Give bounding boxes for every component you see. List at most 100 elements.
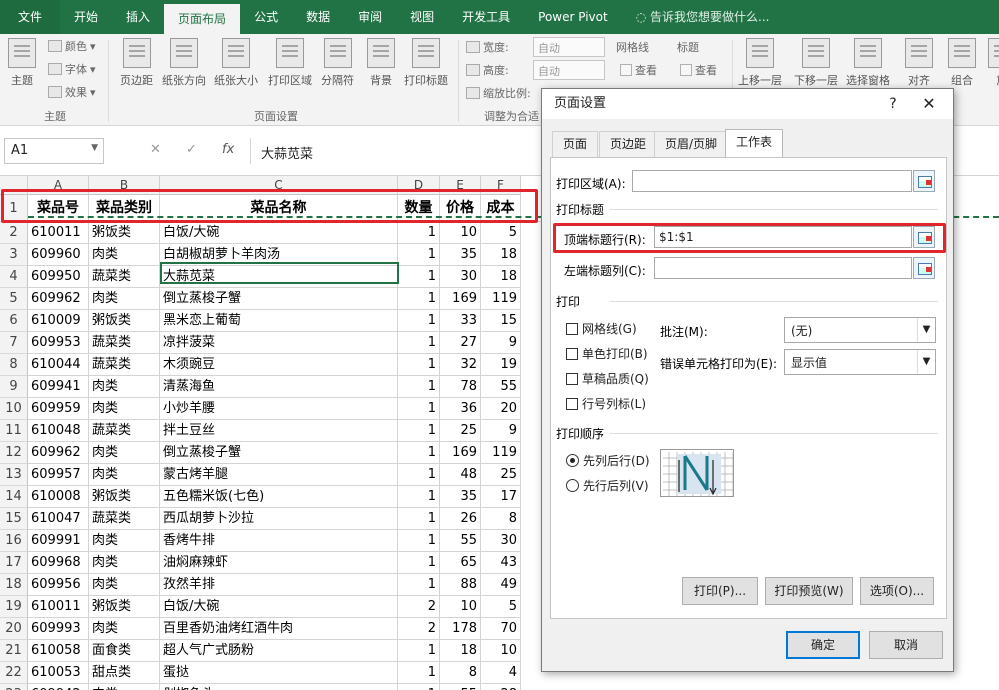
- table-cell[interactable]: 610009: [28, 310, 89, 332]
- align-button[interactable]: 对齐: [905, 38, 933, 88]
- table-cell[interactable]: 78: [440, 376, 481, 398]
- print-area-input[interactable]: [632, 170, 912, 192]
- help-button[interactable]: ?: [878, 89, 908, 119]
- table-cell[interactable]: 18: [481, 266, 521, 288]
- table-cell[interactable]: 蔬菜类: [89, 354, 160, 376]
- table-cell[interactable]: 1: [398, 244, 440, 266]
- table-cell[interactable]: 1: [398, 310, 440, 332]
- colors-button[interactable]: 颜色 ▾: [48, 38, 96, 54]
- table-cell[interactable]: 19: [481, 354, 521, 376]
- table-cell[interactable]: 肉类: [89, 288, 160, 310]
- table-cell[interactable]: 肉类: [89, 398, 160, 420]
- effects-button[interactable]: 效果 ▾: [48, 84, 96, 100]
- row-header[interactable]: 13: [0, 464, 28, 486]
- table-cell[interactable]: 剁椒鱼头: [160, 684, 398, 690]
- table-cell[interactable]: 蔬菜类: [89, 420, 160, 442]
- table-cell[interactable]: 西瓜胡萝卜沙拉: [160, 508, 398, 530]
- table-cell[interactable]: 蒙古烤羊腿: [160, 464, 398, 486]
- tab-file[interactable]: 文件: [0, 0, 61, 34]
- table-cell[interactable]: 33: [440, 310, 481, 332]
- table-cell[interactable]: 1: [398, 640, 440, 662]
- table-cell[interactable]: 28: [481, 684, 521, 690]
- insert-function-icon[interactable]: fx: [222, 142, 234, 157]
- table-cell[interactable]: 1: [398, 684, 440, 690]
- ok-button[interactable]: 确定: [786, 631, 860, 659]
- collapse-dialog-icon[interactable]: [913, 170, 935, 192]
- table-cell[interactable]: 26: [440, 508, 481, 530]
- table-cell[interactable]: 119: [481, 442, 521, 464]
- table-cell[interactable]: 五色糯米饭(七色): [160, 486, 398, 508]
- table-cell[interactable]: 10: [440, 596, 481, 618]
- table-cell[interactable]: 8: [481, 508, 521, 530]
- table-cell[interactable]: 蔬菜类: [89, 508, 160, 530]
- row-header[interactable]: 21: [0, 640, 28, 662]
- table-cell[interactable]: 倒立蒸梭子蟹: [160, 288, 398, 310]
- row-header[interactable]: 2: [0, 222, 28, 244]
- table-cell[interactable]: 30: [440, 266, 481, 288]
- table-cell[interactable]: 1: [398, 662, 440, 684]
- table-cell[interactable]: 1: [398, 376, 440, 398]
- table-cell[interactable]: 17: [481, 486, 521, 508]
- table-cell[interactable]: 木须豌豆: [160, 354, 398, 376]
- table-cell[interactable]: 70: [481, 618, 521, 640]
- table-cell[interactable]: 15: [481, 310, 521, 332]
- print-button[interactable]: 打印(P)...: [682, 577, 758, 605]
- table-cell[interactable]: 1: [398, 398, 440, 420]
- collapse-dialog-icon[interactable]: [913, 257, 935, 279]
- row-header[interactable]: 11: [0, 420, 28, 442]
- tab-header-footer[interactable]: 页眉/页脚: [654, 131, 729, 157]
- cell-errors-select[interactable]: 显示值 ▼: [784, 349, 936, 375]
- table-cell[interactable]: 609942: [28, 684, 89, 690]
- table-cell[interactable]: 孜然羊排: [160, 574, 398, 596]
- table-cell[interactable]: 609950: [28, 266, 89, 288]
- table-cell[interactable]: 1: [398, 508, 440, 530]
- row-header[interactable]: 6: [0, 310, 28, 332]
- row-header[interactable]: 15: [0, 508, 28, 530]
- table-cell[interactable]: 49: [481, 574, 521, 596]
- table-cell[interactable]: 肉类: [89, 464, 160, 486]
- table-cell[interactable]: 32: [440, 354, 481, 376]
- orientation-button[interactable]: 纸张方向: [162, 38, 206, 88]
- tab-insert[interactable]: 插入: [112, 0, 164, 34]
- table-cell[interactable]: 1: [398, 420, 440, 442]
- gridlines-view-checkbox[interactable]: 查看: [620, 62, 657, 78]
- table-cell[interactable]: 609962: [28, 442, 89, 464]
- options-button[interactable]: 选项(O)...: [860, 577, 934, 605]
- down-then-over-radio[interactable]: 先列后行(D): [566, 452, 650, 469]
- table-cell[interactable]: 面食类: [89, 640, 160, 662]
- row-header[interactable]: 12: [0, 442, 28, 464]
- headings-view-checkbox[interactable]: 查看: [680, 62, 717, 78]
- table-cell[interactable]: 609959: [28, 398, 89, 420]
- table-cell[interactable]: 白饭/大碗: [160, 222, 398, 244]
- row-header[interactable]: 20: [0, 618, 28, 640]
- size-button[interactable]: 纸张大小: [214, 38, 258, 88]
- table-cell[interactable]: 10: [481, 640, 521, 662]
- tab-data[interactable]: 数据: [292, 0, 344, 34]
- table-cell[interactable]: 拌土豆丝: [160, 420, 398, 442]
- table-cell[interactable]: 119: [481, 288, 521, 310]
- name-box[interactable]: A1 ▼: [4, 138, 104, 164]
- table-cell[interactable]: 肉类: [89, 684, 160, 690]
- table-cell[interactable]: 1: [398, 442, 440, 464]
- table-cell[interactable]: 1: [398, 574, 440, 596]
- print-titles-button[interactable]: 打印标题: [404, 38, 448, 88]
- table-cell[interactable]: 609941: [28, 376, 89, 398]
- row-header[interactable]: 16: [0, 530, 28, 552]
- table-cell[interactable]: 609953: [28, 332, 89, 354]
- table-cell[interactable]: 10: [440, 222, 481, 244]
- row-col-headings-checkbox[interactable]: 行号列标(L): [566, 395, 646, 412]
- table-cell[interactable]: 88: [440, 574, 481, 596]
- table-cell[interactable]: 610058: [28, 640, 89, 662]
- row-header[interactable]: 9: [0, 376, 28, 398]
- table-cell[interactable]: 20: [481, 398, 521, 420]
- table-cell[interactable]: 610011: [28, 222, 89, 244]
- tab-page-layout[interactable]: 页面布局: [164, 4, 241, 34]
- tab-power-pivot[interactable]: Power Pivot: [524, 0, 622, 34]
- row-header[interactable]: 3: [0, 244, 28, 266]
- margins-button[interactable]: 页边距: [120, 38, 153, 88]
- table-cell[interactable]: 4: [481, 662, 521, 684]
- selected-cell-C4[interactable]: [160, 262, 399, 284]
- bring-forward-button[interactable]: 上移一层: [738, 38, 782, 88]
- table-cell[interactable]: 610053: [28, 662, 89, 684]
- table-cell[interactable]: 5: [481, 222, 521, 244]
